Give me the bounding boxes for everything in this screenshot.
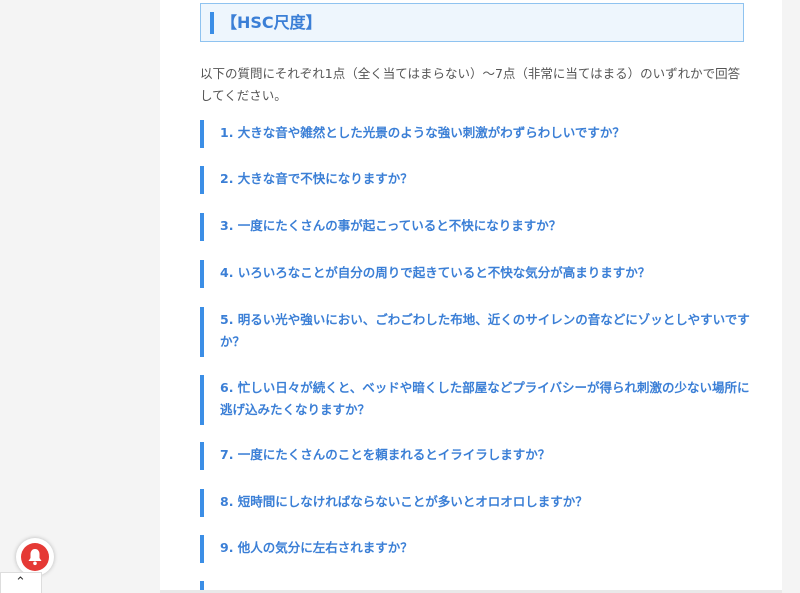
question-item: 2. 大きな音で不快になりますか？	[200, 166, 750, 194]
article-content: 【HSC尺度】 以下の質問にそれぞれ1点（全く当てはまらない）〜7点（非常に当て…	[160, 0, 782, 593]
section-heading: 【HSC尺度】	[200, 3, 744, 42]
page-scrollbar[interactable]	[782, 0, 800, 593]
question-text: 8. 短時間にしなければならないことが多いとオロオロしますか？	[220, 494, 588, 509]
question-item: 9. 他人の気分に左右されますか？	[200, 535, 750, 563]
question-item: 1. 大きな音や雑然とした光景のような強い刺激がわずらわしいですか？	[200, 120, 750, 148]
question-text: 6. 忙しい日々が続くと、ベッドや暗くした部屋などプライバシーが得られ刺激の少な…	[220, 380, 750, 417]
question-item: 5. 明るい光や強いにおい、ごわごわした布地、近くのサイレンの音などにゾッとしや…	[200, 307, 750, 357]
question-item: 8. 短時間にしなければならないことが多いとオロオロしますか？	[200, 489, 750, 517]
question-text: 1. 大きな音や雑然とした光景のような強い刺激がわずらわしいですか？	[220, 125, 625, 140]
question-text: 2. 大きな音で不快になりますか？	[220, 171, 413, 186]
notification-bell-button[interactable]	[16, 538, 54, 576]
scroll-to-top-button[interactable]: ⌃	[0, 572, 42, 593]
section-heading-text: 【HSC尺度】	[221, 13, 322, 32]
heading-accent-bar	[210, 12, 214, 34]
question-text: 3. 一度にたくさんの事が起こっていると不快になりますか？	[220, 218, 562, 233]
question-item: 6. 忙しい日々が続くと、ベッドや暗くした部屋などプライバシーが得られ刺激の少な…	[200, 375, 750, 425]
question-item: 7. 一度にたくさんのことを頼まれるとイライラしますか？	[200, 442, 750, 470]
question-text: 7. 一度にたくさんのことを頼まれるとイライラしますか？	[220, 447, 551, 462]
question-text: 4. いろいろなことが自分の周りで起きていると不快な気分が高まりますか？	[220, 265, 651, 280]
question-text: 5. 明るい光や強いにおい、ごわごわした布地、近くのサイレンの音などにゾッとしや…	[220, 312, 750, 349]
notification-badge	[21, 543, 49, 571]
intro-paragraph: 以下の質問にそれぞれ1点（全く当てはまらない）〜7点（非常に当てはまる）のいずれ…	[200, 66, 741, 103]
question-item: 3. 一度にたくさんの事が起こっていると不快になりますか？	[200, 213, 750, 241]
question-item: 4. いろいろなことが自分の周りで起きていると不快な気分が高まりますか？	[200, 260, 750, 288]
question-text: 9. 他人の気分に左右されますか？	[220, 540, 413, 555]
chevron-up-icon: ⌃	[15, 575, 26, 590]
